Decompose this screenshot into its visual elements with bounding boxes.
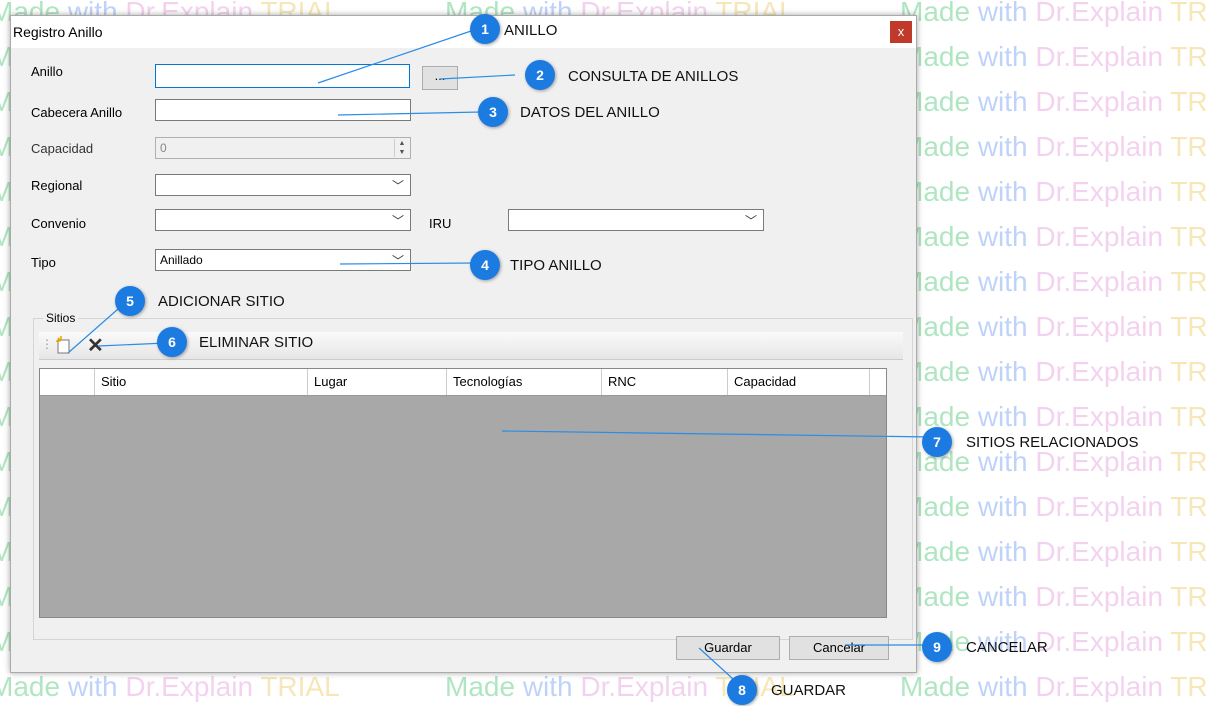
guardar-button[interactable]: Guardar <box>676 636 780 660</box>
chevron-down-icon: ﹀ <box>744 214 757 228</box>
watermark-text: Made with Dr.Explain TRIAL <box>900 671 1208 702</box>
sitios-grid[interactable]: Sitio Lugar Tecnologías RNC Capacidad <box>39 368 887 618</box>
watermark-text: Made with Dr.Explain TRIAL <box>900 266 1208 297</box>
watermark-text: Made with Dr.Explain TRIAL <box>900 311 1208 342</box>
capacidad-stepper: 0 ▲ ▼ <box>155 137 411 159</box>
watermark-text: Made with Dr.Explain TRIAL <box>900 131 1208 162</box>
watermark-text: Made with Dr.Explain TRIAL <box>900 221 1208 252</box>
annotation-text-9: CANCELAR <box>966 639 1048 656</box>
watermark-text: Made with Dr.Explain TRIAL <box>900 86 1208 117</box>
chevron-down-icon: ﹀ <box>391 214 404 228</box>
watermark-text: Made with Dr.Explain TRIAL <box>900 356 1208 387</box>
capacidad-label: Capacidad <box>31 141 94 156</box>
watermark-text: Made with Dr.Explain TRIAL <box>900 176 1208 207</box>
new-item-icon <box>56 336 70 354</box>
sitios-group-label: Sitios <box>43 311 79 325</box>
close-icon: x <box>897 24 905 39</box>
watermark-text: Made with Dr.Explain TRIAL <box>900 401 1208 432</box>
grip-icon: ⋮ <box>41 337 53 351</box>
browse-anillos-button[interactable]: ... <box>422 66 458 90</box>
chevron-down-icon: ﹀ <box>391 179 404 193</box>
annotation-badge-8: 8 <box>727 675 757 705</box>
registro-anillo-dialog: Registro Anillo x Anillo ... Cabecera An… <box>10 15 917 673</box>
col-header-capacidad[interactable]: Capacidad <box>728 369 870 395</box>
watermark-text: Made with Dr.Explain TRIAL <box>900 581 1208 612</box>
col-header-rnc[interactable]: RNC <box>602 369 728 395</box>
watermark-text: Made with Dr.Explain TRIAL <box>900 536 1208 567</box>
grid-header: Sitio Lugar Tecnologías RNC Capacidad <box>40 369 886 396</box>
watermark-text: Made with Dr.Explain TRIAL <box>900 0 1208 27</box>
row-header-corner <box>40 369 95 395</box>
annotation-text-8: GUARDAR <box>771 682 847 699</box>
convenio-label: Convenio <box>31 216 86 231</box>
watermark-text: Made with Dr.Explain TRIAL <box>900 626 1208 657</box>
convenio-select[interactable]: ﹀ <box>155 209 411 231</box>
sitios-toolstrip: ⋮ ✕ <box>39 332 903 360</box>
delete-sitio-button[interactable]: ✕ <box>87 333 105 357</box>
col-header-tecnologias[interactable]: Tecnologías <box>447 369 602 395</box>
cancelar-button[interactable]: Cancelar <box>789 636 889 660</box>
regional-label: Regional <box>31 178 83 193</box>
watermark-text: Made with Dr.Explain TRIAL <box>0 671 340 702</box>
watermark-text: Made with Dr.Explain TRIAL <box>445 671 795 702</box>
watermark-text: Made with Dr.Explain TRIAL <box>900 491 1208 522</box>
capacidad-value: 0 <box>160 141 167 155</box>
cabecera-anillo-label: Cabecera Anillo <box>31 105 123 120</box>
delete-icon: ✕ <box>87 335 104 357</box>
watermark-text: Made with Dr.Explain TRIAL <box>900 41 1208 72</box>
dialog-title: Registro Anillo <box>13 24 103 40</box>
regional-select[interactable]: ﹀ <box>155 174 411 196</box>
col-header-lugar[interactable]: Lugar <box>308 369 447 395</box>
annotation-text-7: SITIOS RELACIONADOS <box>966 434 1139 451</box>
anillo-input[interactable] <box>155 64 410 88</box>
spinner-arrows-icon: ▲ ▼ <box>394 139 409 157</box>
close-button[interactable]: x <box>890 21 912 43</box>
chevron-down-icon: ﹀ <box>391 254 404 268</box>
iru-select[interactable]: ﹀ <box>508 209 764 231</box>
annotation-badge-7: 7 <box>922 427 952 457</box>
annotation-badge-9: 9 <box>922 632 952 662</box>
anillo-label: Anillo <box>31 64 63 79</box>
title-bar: Registro Anillo x <box>11 16 916 48</box>
tipo-value: Anillado <box>160 253 203 267</box>
iru-label: IRU <box>429 216 452 231</box>
watermark-text: Made with Dr.Explain TRIAL <box>900 446 1208 477</box>
add-sitio-button[interactable] <box>55 336 71 354</box>
tipo-label: Tipo <box>31 255 56 270</box>
cabecera-anillo-input[interactable] <box>155 99 411 121</box>
tipo-select[interactable]: Anillado ﹀ <box>155 249 411 271</box>
col-header-sitio[interactable]: Sitio <box>95 369 308 395</box>
